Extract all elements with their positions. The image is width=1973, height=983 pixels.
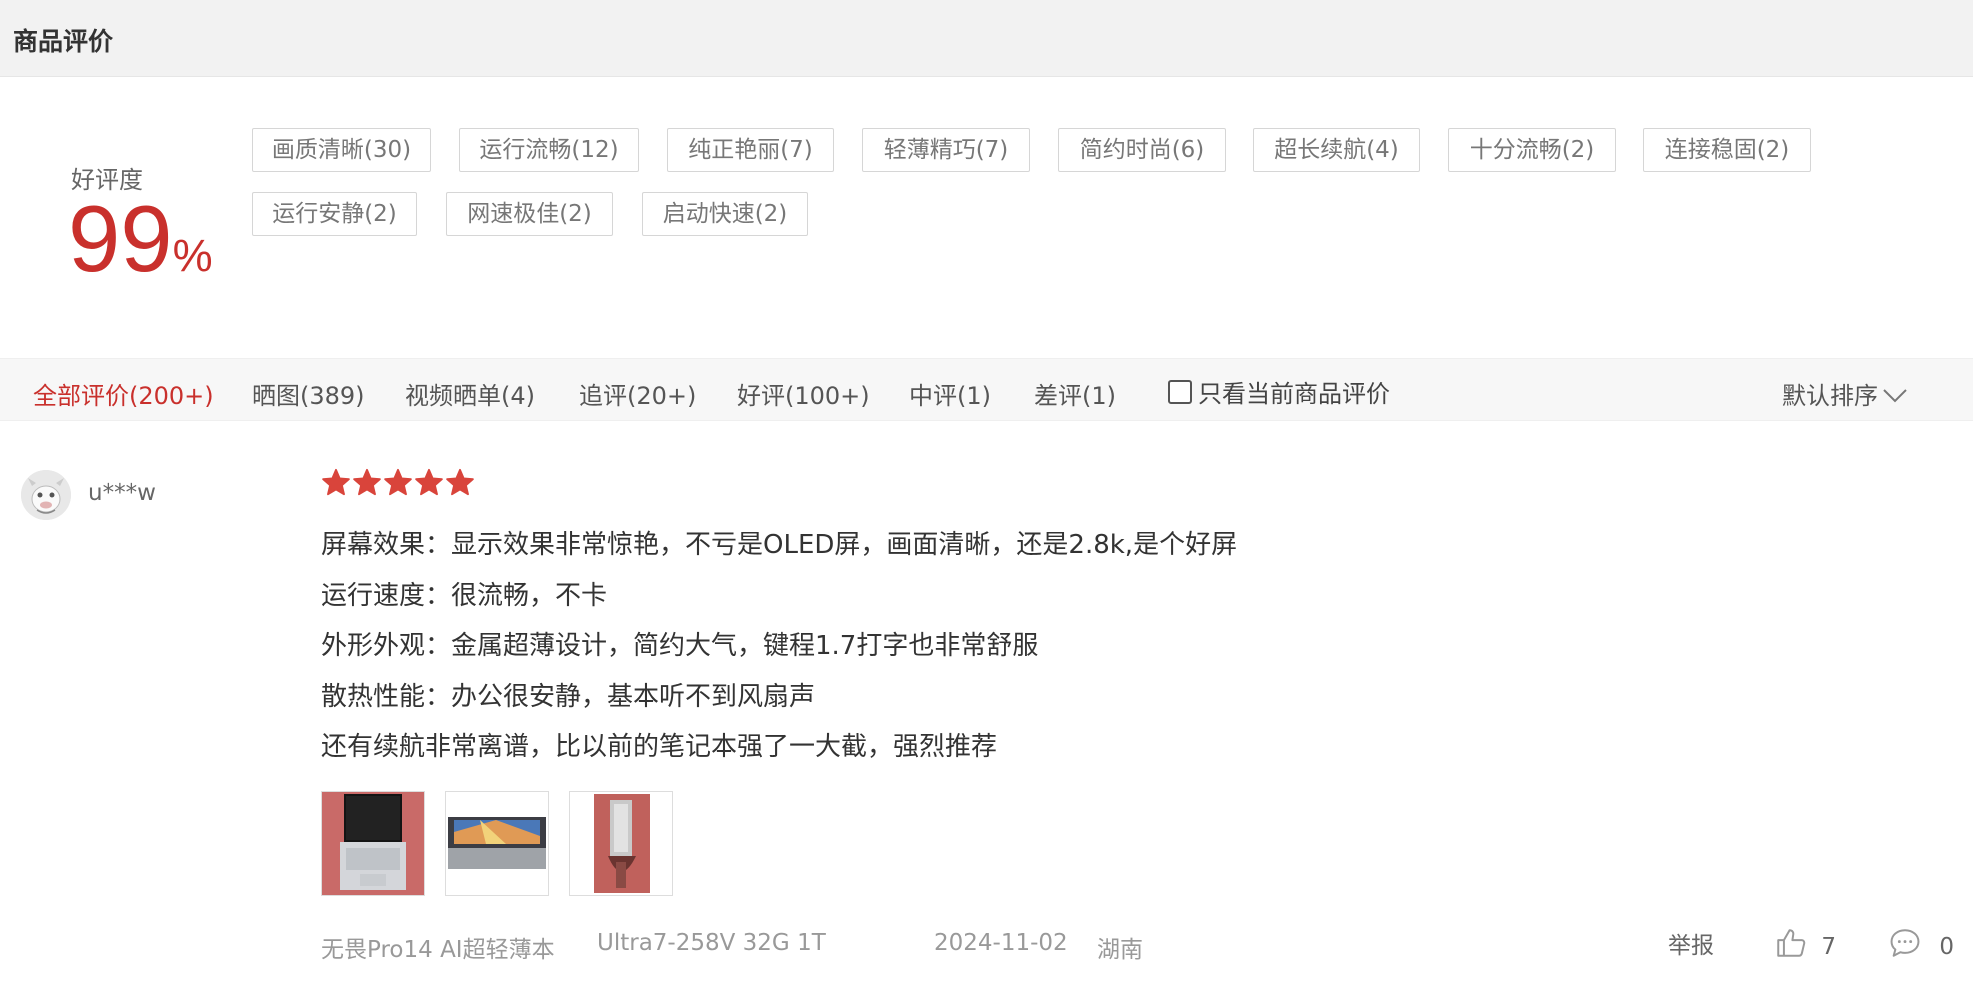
review-photo-thumbnail[interactable] xyxy=(569,791,673,896)
star-icon xyxy=(384,468,412,496)
rating-unit: % xyxy=(172,230,213,281)
only-current-product-filter[interactable]: 只看当前商品评价 xyxy=(1168,374,1390,409)
like-count: 7 xyxy=(1821,934,1836,960)
tag-chip[interactable]: 超长续航(4) xyxy=(1253,128,1420,172)
review-filter-bar: 全部评价(200+) 晒图(389) 视频晒单(4) 追评(20+) 好评(10… xyxy=(0,358,1973,421)
tab-video-reviews[interactable]: 视频晒单(4) xyxy=(405,376,535,411)
avatar xyxy=(21,470,71,520)
tag-chip[interactable]: 网速极佳(2) xyxy=(446,192,613,236)
rating-value: 99 xyxy=(68,186,173,291)
chevron-down-icon xyxy=(1883,389,1907,403)
tag-chip[interactable]: 启动快速(2) xyxy=(642,192,808,236)
review-content: 屏幕效果：显示效果非常惊艳，不亏是OLED屏，画面清晰，还是2.8k,是个好屏 … xyxy=(321,527,1237,780)
sort-label: 默认排序 xyxy=(1782,382,1878,410)
like-button[interactable]: 7 xyxy=(1774,926,1836,960)
review-line: 散热性能：办公很安静，基本听不到风扇声 xyxy=(321,681,816,712)
review-location: 湖南 xyxy=(1097,937,1143,963)
review-line: 运行速度：很流畅，不卡 xyxy=(321,580,608,611)
tag-chip[interactable]: 连接稳固(2) xyxy=(1643,128,1811,172)
tab-neutral-reviews[interactable]: 中评(1) xyxy=(909,376,991,411)
cartoon-cow-avatar-icon xyxy=(21,470,71,520)
tag-chip[interactable]: 纯正艳丽(7) xyxy=(667,128,834,172)
section-title: 商品评价 xyxy=(13,27,114,56)
tab-follow-up-reviews[interactable]: 追评(20+) xyxy=(579,376,696,411)
tag-chip[interactable]: 运行安静(2) xyxy=(252,192,417,236)
product-name: 无畏Pro14 AI超轻薄本 xyxy=(321,937,555,963)
star-icon xyxy=(322,468,350,496)
rating-score: 99% xyxy=(68,192,213,286)
comment-count: 0 xyxy=(1939,934,1954,960)
tab-all-reviews[interactable]: 全部评价(200+) xyxy=(33,376,214,411)
review-line: 外形外观：金属超薄设计，简约大气，键程1.7打字也非常舒服 xyxy=(321,631,1039,661)
tag-chip[interactable]: 十分流畅(2) xyxy=(1448,128,1616,172)
reviewer-username: u***w xyxy=(88,480,156,506)
tag-chip[interactable]: 画质清晰(30) xyxy=(252,128,431,172)
comment-button[interactable]: 0 xyxy=(1888,926,1954,960)
comment-bubble-icon xyxy=(1890,929,1920,957)
review-photo-thumbnail[interactable] xyxy=(321,791,425,896)
thumbs-up-icon xyxy=(1777,929,1806,957)
only-current-checkbox[interactable] xyxy=(1168,380,1192,404)
tab-negative-reviews[interactable]: 差评(1) xyxy=(1034,376,1116,411)
star-icon xyxy=(446,468,474,496)
tab-photo-reviews[interactable]: 晒图(389) xyxy=(252,376,365,411)
sort-dropdown[interactable]: 默认排序 xyxy=(1782,376,1908,411)
tag-chip[interactable]: 轻薄精巧(7) xyxy=(862,128,1030,172)
star-icon xyxy=(353,468,381,496)
product-spec: Ultra7-258V 32G 1T xyxy=(597,930,826,956)
only-current-label: 只看当前商品评价 xyxy=(1198,380,1390,408)
star-rating xyxy=(321,468,476,502)
review-photo-thumbnail[interactable] xyxy=(445,791,549,896)
star-icon xyxy=(415,468,443,496)
tag-chip[interactable]: 运行流畅(12) xyxy=(459,128,639,172)
review-line: 还有续航非常离谱，比以前的笔记本强了一大截，强烈推荐 xyxy=(321,732,998,762)
tag-chip[interactable]: 简约时尚(6) xyxy=(1058,128,1226,172)
review-date: 2024-11-02 xyxy=(934,930,1068,956)
tab-positive-reviews[interactable]: 好评(100+) xyxy=(737,376,870,411)
review-line: 屏幕效果：显示效果非常惊艳，不亏是OLED屏，画面清晰，还是2.8k,是个好屏 xyxy=(321,530,1238,560)
report-link[interactable]: 举报 xyxy=(1668,926,1714,960)
section-header: 商品评价 xyxy=(0,0,1973,77)
